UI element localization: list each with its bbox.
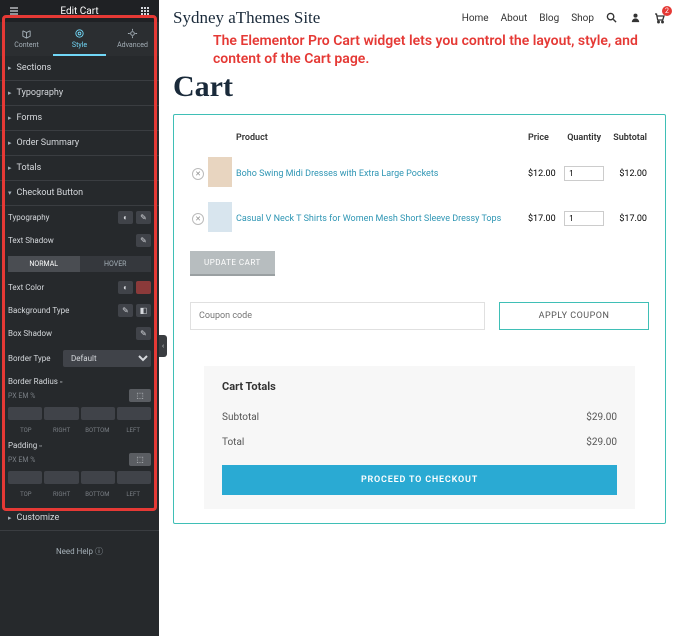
table-row: ✕ Boho Swing Midi Dresses with Extra Lar… (190, 151, 649, 196)
price-cell: $17.00 (526, 196, 560, 241)
state-hover[interactable]: HOVER (80, 256, 152, 272)
padding-inputs (0, 469, 159, 489)
product-thumb[interactable] (208, 157, 232, 187)
section-typography[interactable]: Typography (0, 81, 159, 106)
subtotal-row: Subtotal $29.00 (222, 405, 617, 430)
state-tabs: NORMAL HOVER (8, 256, 151, 272)
dim-input[interactable] (44, 407, 78, 420)
total-row: Total $29.00 (222, 430, 617, 455)
product-link[interactable]: Boho Swing Midi Dresses with Extra Large… (234, 151, 526, 196)
coupon-input[interactable] (190, 302, 485, 330)
link-icon[interactable]: ⬚ (129, 389, 151, 402)
dim-input[interactable] (117, 407, 151, 420)
cart-badge: 2 (662, 6, 672, 16)
table-row: ✕ Casual V Neck T Shirts for Women Mesh … (190, 196, 649, 241)
site-brand[interactable]: Sydney aThemes Site (173, 8, 320, 28)
user-icon[interactable] (630, 12, 642, 24)
edit-icon[interactable]: ✎ (136, 327, 151, 340)
remove-button[interactable]: ✕ (192, 213, 204, 225)
border-radius-units: PX EM % ⬚ (0, 386, 159, 405)
price-cell: $12.00 (526, 151, 560, 196)
globe-icon[interactable]: ◐ (118, 211, 133, 224)
state-normal[interactable]: NORMAL (8, 256, 80, 272)
search-icon[interactable] (606, 12, 618, 24)
help-icon: ⓘ (95, 547, 103, 556)
section-checkout-button[interactable]: Checkout Button (0, 181, 159, 206)
border-type-select[interactable]: Default (63, 350, 151, 367)
control-text-color: Text Color ◐ (0, 276, 159, 299)
sidebar-header: Edit Cart (0, 0, 159, 22)
edit-icon[interactable]: ✎ (136, 234, 151, 247)
border-radius-inputs (0, 405, 159, 425)
control-border-type: Border Type Default (0, 345, 159, 372)
cart-table: Product Price Quantity Subtotal ✕ Boho S… (190, 129, 649, 241)
preview-area: Sydney aThemes Site Home About Blog Shop… (159, 0, 680, 636)
section-forms[interactable]: Forms (0, 106, 159, 131)
th-product: Product (234, 129, 526, 151)
section-order-summary[interactable]: Order Summary (0, 131, 159, 156)
dim-input[interactable] (81, 471, 115, 484)
control-border-radius: Border Radius ▫ (0, 372, 159, 386)
control-box-shadow: Box Shadow ✎ (0, 322, 159, 345)
elementor-sidebar: Edit Cart Content Style Advanced Section… (0, 0, 159, 636)
apply-coupon-button[interactable]: APPLY COUPON (499, 302, 649, 330)
th-quantity: Quantity (560, 129, 608, 151)
dim-input[interactable] (44, 471, 78, 484)
callout-text: The Elementor Pro Cart widget lets you c… (213, 32, 666, 68)
dim-input[interactable] (81, 407, 115, 420)
control-text-shadow: Text Shadow ✎ (0, 229, 159, 252)
brush-icon[interactable]: ✎ (118, 304, 133, 317)
page-title: Cart (173, 70, 666, 104)
nav-shop[interactable]: Shop (571, 13, 594, 24)
nav-home[interactable]: Home (462, 13, 489, 24)
th-price: Price (526, 129, 560, 151)
cart-widget: Product Price Quantity Subtotal ✕ Boho S… (173, 114, 666, 524)
tab-style[interactable]: Style (53, 22, 106, 56)
totals-title: Cart Totals (222, 380, 617, 393)
nav-blog[interactable]: Blog (539, 13, 559, 24)
section-totals[interactable]: Totals (0, 156, 159, 181)
checkout-button[interactable]: PROCEED TO CHECKOUT (222, 465, 617, 495)
th-subtotal: Subtotal (608, 129, 649, 151)
globe-icon[interactable]: ◐ (118, 281, 133, 294)
main-nav: Home About Blog Shop 2 (462, 12, 666, 24)
dim-input[interactable] (8, 407, 42, 420)
dim-labels: TOPRIGHTBOTTOMLEFT (0, 489, 159, 500)
site-header: Sydney aThemes Site Home About Blog Shop… (173, 8, 666, 28)
dim-labels: TOPRIGHTBOTTOMLEFT (0, 425, 159, 436)
dim-input[interactable] (117, 471, 151, 484)
subtotal-cell: $12.00 (608, 151, 649, 196)
product-link[interactable]: Casual V Neck T Shirts for Women Mesh Sh… (234, 196, 526, 241)
nav-about[interactable]: About (501, 13, 528, 24)
gradient-icon[interactable]: ◧ (136, 304, 151, 317)
control-padding: Padding ▫ (0, 436, 159, 450)
panel-title: Edit Cart (20, 6, 139, 17)
edit-icon[interactable]: ✎ (136, 211, 151, 224)
update-cart-button[interactable]: UPDATE CART (190, 251, 275, 274)
cart-totals: Cart Totals Subtotal $29.00 Total $29.00… (204, 366, 635, 509)
section-sections[interactable]: Sections (0, 56, 159, 81)
remove-button[interactable]: ✕ (192, 168, 204, 180)
control-background-type: Background Type ✎◧ (0, 299, 159, 322)
help-link[interactable]: Need Help ⓘ (0, 531, 159, 572)
section-customize[interactable]: Customize (0, 506, 159, 531)
color-swatch[interactable] (136, 281, 151, 294)
apps-icon[interactable] (139, 5, 151, 17)
control-typography: Typography ◐✎ (0, 206, 159, 229)
tab-content[interactable]: Content (0, 22, 53, 56)
qty-input[interactable] (564, 211, 604, 226)
padding-units: PX EM % ⬚ (0, 450, 159, 469)
link-icon[interactable]: ⬚ (129, 453, 151, 466)
coupon-row: APPLY COUPON (190, 302, 649, 330)
dim-input[interactable] (8, 471, 42, 484)
subtotal-cell: $17.00 (608, 196, 649, 241)
menu-icon[interactable] (8, 5, 20, 17)
cart-icon[interactable]: 2 (654, 12, 666, 24)
tab-advanced[interactable]: Advanced (106, 22, 159, 56)
product-thumb[interactable] (208, 202, 232, 232)
sidebar-tabs: Content Style Advanced (0, 22, 159, 56)
qty-input[interactable] (564, 166, 604, 181)
